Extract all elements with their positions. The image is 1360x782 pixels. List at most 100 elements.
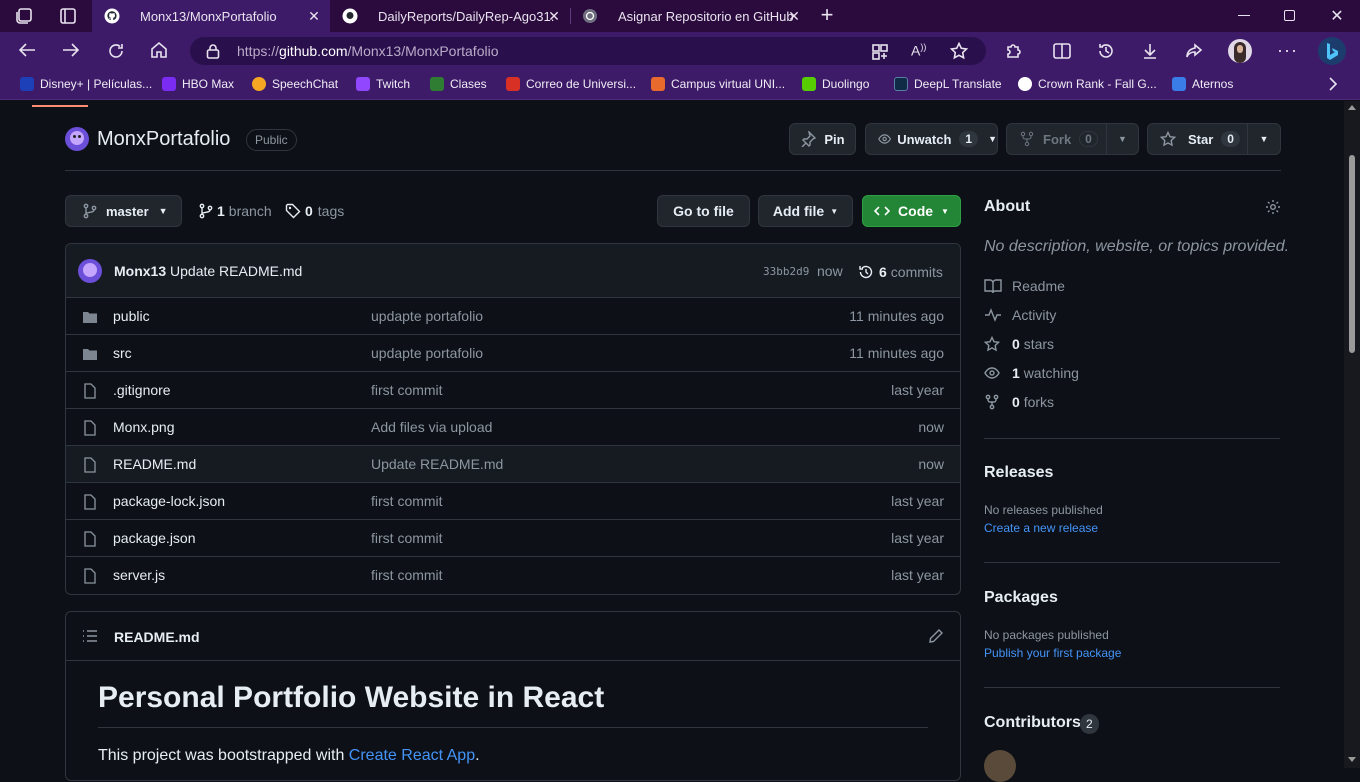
commit-message[interactable]: Update README.md [170, 263, 302, 279]
extensions-icon[interactable] [1004, 42, 1022, 60]
address-bar[interactable]: https://github.com/Monx13/MonxPortafolio… [190, 37, 986, 65]
bing-copilot-icon[interactable] [1318, 37, 1346, 65]
file-commit-message[interactable]: first commit [371, 530, 443, 546]
file-row[interactable]: src updapte portafolio 11 minutes ago [66, 334, 960, 371]
file-row[interactable]: Monx.png Add files via upload now [66, 408, 960, 445]
file-row[interactable]: package.json first commit last year [66, 519, 960, 556]
file-row[interactable]: README.md Update README.md now [66, 445, 960, 482]
tags-link[interactable]: 0 tags [285, 203, 344, 219]
fork-button[interactable]: Fork 0 [1006, 123, 1107, 155]
close-tab-icon[interactable]: ✕ [306, 8, 322, 24]
bookmark-deepl[interactable]: DeepL Translate [894, 76, 1002, 92]
star-button[interactable]: Star 0 [1147, 123, 1248, 155]
publish-package-link[interactable]: Publish your first package [984, 646, 1121, 660]
file-commit-message[interactable]: Add files via upload [371, 419, 492, 435]
tab-monxportafolio[interactable]: Monx13/MonxPortafolio ✕ [92, 0, 330, 32]
commits-link[interactable]: 6 commits [858, 263, 943, 280]
bookmark-crownrank[interactable]: Crown Rank - Fall G... [1018, 76, 1157, 92]
unwatch-button[interactable]: Unwatch 1 ▼ [865, 123, 998, 155]
file-commit-message[interactable]: first commit [371, 493, 443, 509]
bookmark-aternos[interactable]: Aternos [1172, 76, 1233, 92]
bookmarks-overflow-chevron-icon[interactable] [1328, 77, 1338, 91]
file-row[interactable]: .gitignore first commit last year [66, 371, 960, 408]
branch-selector[interactable]: master ▼ [65, 195, 182, 227]
activity-link[interactable]: Activity [984, 305, 1056, 325]
contributors-title[interactable]: Contributors [984, 714, 1081, 732]
bookmark-correo[interactable]: Correo de Universi... [506, 76, 636, 92]
close-tab-icon[interactable]: ✕ [546, 8, 562, 24]
forks-link[interactable]: 0 forks [984, 392, 1054, 412]
create-release-link[interactable]: Create a new release [984, 521, 1098, 535]
downloads-icon[interactable] [1141, 42, 1159, 60]
file-name[interactable]: server.js [113, 567, 165, 583]
favorite-star-icon[interactable] [950, 42, 968, 60]
bookmark-twitch[interactable]: Twitch [356, 76, 410, 92]
read-aloud-icon[interactable]: A)) [911, 42, 926, 59]
settings-gear-icon[interactable] [1265, 199, 1281, 215]
workspaces-icon[interactable] [16, 8, 34, 24]
scroll-up-arrow-icon[interactable] [1348, 105, 1356, 110]
bookmark-disney[interactable]: Disney+ | Películas... [20, 76, 152, 92]
file-name[interactable]: README.md [113, 456, 196, 472]
split-screen-icon[interactable] [1053, 43, 1071, 59]
scrollbar-thumb[interactable] [1349, 155, 1355, 353]
repo-name[interactable]: MonxPortafolio [97, 128, 230, 151]
releases-title[interactable]: Releases [984, 464, 1053, 482]
tab-actions-icon[interactable] [60, 8, 76, 24]
commit-sha[interactable]: 33bb2d9 [763, 265, 809, 278]
file-name[interactable]: package-lock.json [113, 493, 225, 509]
profile-avatar[interactable] [1228, 39, 1252, 63]
file-name[interactable]: .gitignore [113, 382, 171, 398]
packages-title[interactable]: Packages [984, 589, 1058, 607]
tab-dailyreports[interactable]: DailyReports/DailyRep-Ago31.m ✕ [330, 0, 570, 32]
scroll-down-arrow-icon[interactable] [1348, 757, 1356, 762]
new-tab-button[interactable]: + [818, 4, 836, 26]
forward-icon[interactable] [62, 42, 80, 58]
pin-button[interactable]: Pin [789, 123, 856, 155]
edit-pencil-icon[interactable] [928, 628, 944, 644]
owner-avatar[interactable] [65, 127, 89, 151]
commit-author-avatar[interactable] [78, 259, 102, 283]
contributor-avatar[interactable] [984, 750, 1016, 782]
bookmark-clases[interactable]: Clases [430, 76, 487, 92]
create-react-app-link[interactable]: Create React App [349, 747, 475, 764]
commit-author[interactable]: Monx13 [114, 263, 166, 279]
bookmark-duolingo[interactable]: Duolingo [802, 76, 869, 92]
file-commit-message[interactable]: first commit [371, 567, 443, 583]
fork-dropdown-button[interactable]: ▼ [1106, 123, 1139, 155]
lock-icon[interactable] [206, 44, 220, 59]
url-text[interactable]: https://github.com/Monx13/MonxPortafolio [237, 43, 498, 59]
back-icon[interactable] [18, 42, 36, 58]
close-tab-icon[interactable]: ✕ [786, 8, 802, 24]
bookmark-hbomax[interactable]: HBO Max [162, 76, 234, 92]
bookmark-speechchat[interactable]: SpeechChat [252, 76, 338, 92]
file-row[interactable]: server.js first commit last year [66, 556, 960, 593]
readme-filename[interactable]: README.md [114, 629, 200, 645]
bookmark-campus[interactable]: Campus virtual UNI... [651, 76, 785, 92]
tab-asignar-repositorio[interactable]: Asignar Repositorio en GitHub ✕ [570, 0, 810, 32]
minimize-button[interactable] [1238, 15, 1250, 16]
more-options-icon[interactable]: ··· [1277, 40, 1298, 61]
readme-link[interactable]: Readme [984, 276, 1065, 296]
file-name[interactable]: package.json [113, 530, 196, 546]
watching-link[interactable]: 1 watching [984, 363, 1079, 383]
file-commit-message[interactable]: Update README.md [371, 456, 503, 472]
app-available-icon[interactable] [872, 44, 888, 60]
page-scrollbar[interactable] [1344, 101, 1360, 768]
close-window-button[interactable]: ✕ [1328, 6, 1346, 26]
file-name[interactable]: Monx.png [113, 419, 174, 435]
file-row[interactable]: public updapte portafolio 11 minutes ago [66, 297, 960, 334]
share-icon[interactable] [1185, 42, 1203, 60]
restore-button[interactable] [1284, 10, 1295, 21]
stars-link[interactable]: 0 stars [984, 334, 1054, 354]
file-name[interactable]: public [113, 308, 150, 324]
add-file-button[interactable]: Add file ▼ [758, 195, 853, 227]
star-dropdown-button[interactable]: ▼ [1247, 123, 1281, 155]
file-commit-message[interactable]: updapte portafolio [371, 345, 483, 361]
branches-link[interactable]: 1 branch [198, 203, 272, 219]
table-of-contents-icon[interactable] [82, 629, 98, 643]
history-icon[interactable] [1097, 42, 1115, 60]
file-commit-message[interactable]: first commit [371, 382, 443, 398]
code-button[interactable]: Code ▼ [862, 195, 961, 227]
file-commit-message[interactable]: updapte portafolio [371, 308, 483, 324]
